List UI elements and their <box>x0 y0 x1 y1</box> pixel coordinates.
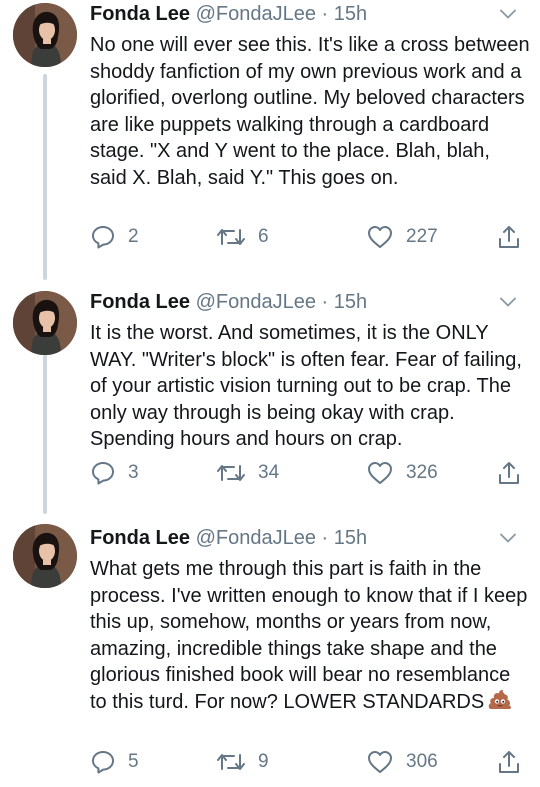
retweet-count: 6 <box>258 226 269 247</box>
reply-count: 2 <box>128 226 139 247</box>
share-button[interactable] <box>496 748 522 776</box>
retweet-icon <box>216 749 246 775</box>
retweet-icon <box>216 224 246 250</box>
tweet-header: Fonda Lee @FondaJLee · 15h <box>90 526 526 550</box>
separator-dot: · <box>321 291 329 313</box>
timestamp[interactable]: 15h <box>334 3 367 25</box>
chevron-down-icon[interactable] <box>496 2 520 26</box>
retweet-count: 34 <box>258 462 280 483</box>
avatar[interactable] <box>13 524 77 588</box>
tweet[interactable]: Fonda Lee @FondaJLee · 15h It is the wor… <box>0 274 540 506</box>
separator-dot: · <box>321 527 329 549</box>
tweet-actions: 3 34 326 <box>90 459 530 487</box>
tweet-thread: Fonda Lee @FondaJLee · 15h No one will e… <box>0 0 540 787</box>
author-name[interactable]: Fonda Lee <box>90 3 190 25</box>
tweet[interactable]: Fonda Lee @FondaJLee · 15h No one will e… <box>0 0 540 274</box>
retweet-button[interactable]: 9 <box>216 748 269 776</box>
share-icon <box>496 749 522 775</box>
reply-count: 3 <box>128 462 139 483</box>
tweet-header: Fonda Lee @FondaJLee · 15h <box>90 290 526 314</box>
retweet-icon <box>216 460 246 486</box>
share-button[interactable] <box>496 223 522 251</box>
timestamp[interactable]: 15h <box>334 527 367 549</box>
avatar[interactable] <box>13 291 77 355</box>
reply-icon <box>90 224 116 250</box>
reply-button[interactable]: 2 <box>90 223 139 251</box>
tweet-header: Fonda Lee @FondaJLee · 15h <box>90 2 526 26</box>
like-button[interactable]: 227 <box>366 223 438 251</box>
retweet-button[interactable]: 34 <box>216 459 279 487</box>
retweet-count: 9 <box>258 751 269 772</box>
share-button[interactable] <box>496 459 522 487</box>
reply-button[interactable]: 3 <box>90 459 139 487</box>
heart-icon <box>366 749 394 775</box>
author-name[interactable]: Fonda Lee <box>90 527 190 549</box>
tweet[interactable]: Fonda Lee @FondaJLee · 15h What gets me … <box>0 506 540 787</box>
like-button[interactable]: 306 <box>366 748 438 776</box>
pile-of-poo-icon <box>488 689 512 711</box>
tweet-actions: 5 9 306 <box>90 748 530 776</box>
tweet-text: It is the worst. And sometimes, it is th… <box>90 322 522 450</box>
author-handle[interactable]: @FondaJLee <box>196 291 316 313</box>
tweet-text: No one will ever see this. It's like a c… <box>90 34 530 189</box>
share-icon <box>496 460 522 486</box>
author-handle[interactable]: @FondaJLee <box>196 3 316 25</box>
timestamp[interactable]: 15h <box>334 291 367 313</box>
like-count: 227 <box>406 226 438 247</box>
author-handle[interactable]: @FondaJLee <box>196 527 316 549</box>
like-button[interactable]: 326 <box>366 459 438 487</box>
reply-count: 5 <box>128 751 139 772</box>
author-name[interactable]: Fonda Lee <box>90 291 190 313</box>
tweet-text-content: What gets me through this part is faith … <box>90 558 528 713</box>
reply-icon <box>90 749 116 775</box>
like-count: 326 <box>406 462 438 483</box>
chevron-down-icon[interactable] <box>496 526 520 550</box>
heart-icon <box>366 460 394 486</box>
tweet-text: What gets me through this part is faith … <box>90 556 530 715</box>
chevron-down-icon[interactable] <box>496 290 520 314</box>
heart-icon <box>366 224 394 250</box>
tweet-actions: 2 6 227 <box>90 223 530 251</box>
reply-button[interactable]: 5 <box>90 748 139 776</box>
retweet-button[interactable]: 6 <box>216 223 269 251</box>
share-icon <box>496 224 522 250</box>
reply-icon <box>90 460 116 486</box>
separator-dot: · <box>321 3 329 25</box>
avatar[interactable] <box>13 3 77 67</box>
like-count: 306 <box>406 751 438 772</box>
